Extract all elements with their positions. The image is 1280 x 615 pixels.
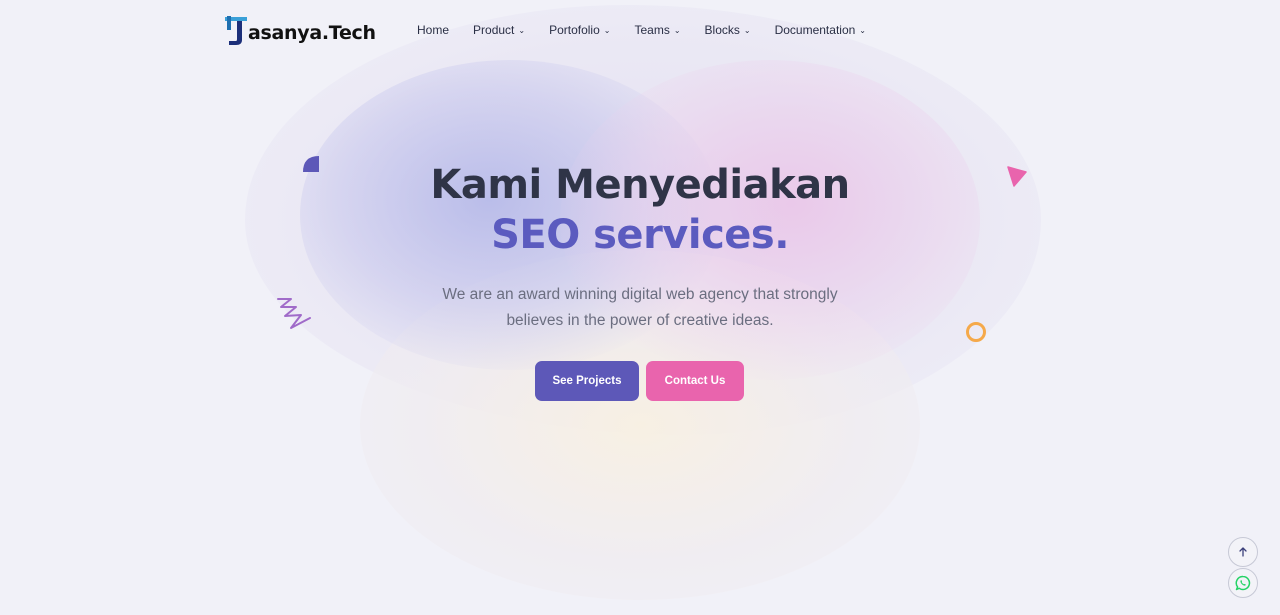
brand-logo[interactable]: asanya.Tech: [225, 16, 376, 46]
whatsapp-button[interactable]: [1228, 568, 1258, 598]
hero-subtitle-line1: We are an award winning digital web agen…: [442, 286, 838, 303]
hero-title-line1: Kami Menyediakan: [430, 162, 850, 208]
nav-item-label: Portofolio: [549, 23, 600, 37]
chevron-down-icon: ⌄: [859, 25, 866, 35]
chevron-down-icon: ⌄: [603, 25, 611, 35]
brand-name: asanya.Tech: [248, 22, 376, 44]
nav-item-label: Documentation: [774, 23, 856, 37]
scroll-to-top-button[interactable]: [1228, 537, 1258, 567]
ring-shape-icon: [966, 322, 986, 342]
nav-item-product[interactable]: Product ⌄: [473, 23, 525, 37]
whatsapp-icon: [1235, 575, 1251, 591]
contact-us-button[interactable]: Contact Us: [646, 361, 744, 401]
see-projects-button[interactable]: See Projects: [535, 361, 639, 401]
nav-item-home[interactable]: Home: [417, 23, 449, 37]
arrow-up-icon: [1239, 547, 1247, 557]
chevron-down-icon: ⌄: [518, 25, 526, 35]
triangle-shape-icon: [1007, 166, 1027, 187]
hero-title-line2: SEO services.: [491, 212, 789, 258]
quarter-circle-shape-icon: [303, 156, 319, 172]
nav-item-label: Blocks: [704, 23, 740, 37]
hero-subtitle-line2: believes in the power of creative ideas.: [506, 312, 774, 329]
nav-item-teams[interactable]: Teams ⌄: [634, 23, 680, 37]
nav-item-blocks[interactable]: Blocks ⌄: [705, 23, 751, 37]
squiggle-shape-icon: [277, 298, 311, 329]
logo-mark-icon: [225, 16, 247, 46]
nav-item-label: Home: [417, 23, 450, 37]
hero-title: Kami Menyediakan SEO services.: [340, 160, 940, 260]
nav-item-label: Product: [473, 23, 515, 37]
hero-subtitle: We are an award winning digital web agen…: [400, 282, 880, 334]
chevron-down-icon: ⌄: [673, 25, 681, 35]
main-navigation: Home Product ⌄ Portofolio ⌄ Teams ⌄ Bloc…: [417, 21, 890, 39]
chevron-down-icon: ⌄: [743, 25, 751, 35]
nav-item-documentation[interactable]: Documentation ⌄: [775, 23, 866, 37]
nav-item-label: Teams: [634, 23, 670, 37]
nav-item-portofolio[interactable]: Portofolio ⌄: [549, 23, 610, 37]
